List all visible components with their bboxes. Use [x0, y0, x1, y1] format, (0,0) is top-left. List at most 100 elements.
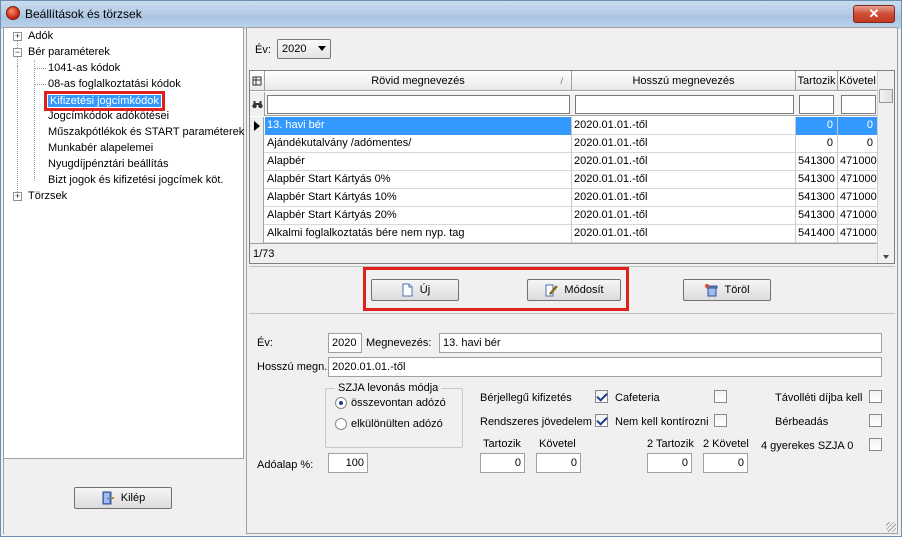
scrollbar-thumb[interactable] [879, 89, 893, 103]
tree-item-jogcimkodok-adokotesei[interactable]: Jogcímkódok adókötései [48, 108, 169, 124]
table-row[interactable]: Ajándékutalvány /adómentes/2020.01.01.-t… [250, 135, 878, 153]
tree-item-label: Kifizetési jogcímkódok [44, 91, 165, 111]
tavolleti-label: Távolléti díjba kell [775, 392, 863, 404]
grid-cell[interactable]: 2020.01.01.-től [572, 135, 796, 153]
close-button[interactable]: ✕ [853, 5, 895, 23]
grid-cell[interactable]: 471000 [838, 225, 878, 243]
grid-cell[interactable]: 0 [796, 117, 838, 135]
modify-button[interactable]: Módosít [527, 279, 621, 301]
grid-cell[interactable]: Alapbér Start Kártyás 20% [265, 207, 572, 225]
grid-cell[interactable]: 0 [838, 117, 878, 135]
exit-button[interactable]: Kilép [74, 487, 172, 509]
table-row[interactable]: Alapbér 2020.01.01.-től 541300 471000 [250, 153, 878, 171]
grid-cell[interactable]: 541400 [796, 225, 838, 243]
tavolleti-checkbox[interactable] [869, 390, 882, 403]
gyerekes-checkbox[interactable] [869, 438, 882, 451]
tree-item-1041-kodok[interactable]: 1041-as kódok [48, 60, 120, 76]
grid-cell[interactable]: 471000 [838, 189, 878, 207]
title-bar[interactable]: Beállítások és törzsek ✕ [1, 1, 901, 29]
grid-cell[interactable]: 2020.01.01.-től [572, 225, 796, 243]
year-filter-select[interactable]: 2020 [277, 39, 331, 59]
table-row[interactable]: Alapbér Start Kártyás 20% 2020.01.01.-től… [250, 207, 878, 225]
filter-input-rovid[interactable] [267, 95, 570, 114]
new-button[interactable]: Új [371, 279, 459, 301]
resize-grip[interactable] [886, 522, 896, 532]
grid-cell[interactable]: 471000 [838, 153, 878, 171]
detail-form: Év: 2020 Megnevezés: 13. havi bér Hosszú… [249, 316, 895, 532]
grid-cell[interactable]: Alapbér Start Kártyás 0% [265, 171, 572, 189]
column-header-rovid[interactable]: Rövid megnevezés / [265, 71, 572, 91]
grid-cell[interactable]: 541300 [796, 189, 838, 207]
kovetel-field[interactable]: 0 [536, 453, 581, 473]
grid-cell[interactable]: 471000 [838, 171, 878, 189]
grid-cell[interactable]: 2020.01.01.-től [572, 117, 796, 135]
tree-item-munkaber-alapelemei[interactable]: Munkabér alapelemei [48, 140, 153, 156]
berbeadas-label: Bérbeadás [775, 416, 829, 428]
sort-icon: / [560, 76, 563, 86]
grid-cell[interactable]: 2020.01.01.-től [572, 153, 796, 171]
row-indicator [250, 117, 264, 135]
szja-group-label: SZJA levonás módja [335, 381, 442, 395]
grid-cell[interactable]: 471000 [838, 207, 878, 225]
left-panel: + Adók − Bér paraméterek 1041-as kódok 0… [3, 27, 244, 534]
radio-elkulonulten[interactable] [335, 418, 347, 430]
grid-cell[interactable]: Alkalmi foglalkoztatás bére nem nyp. tag [265, 225, 572, 243]
grid-cell[interactable]: Alapbér Start Kártyás 10% [265, 189, 572, 207]
grid-settings-icon [252, 76, 262, 86]
grid-cell[interactable]: Ajándékutalvány /adómentes/ [265, 135, 572, 153]
grid-cell[interactable]: 0 [796, 135, 838, 153]
filter-input-tartozik[interactable] [799, 95, 834, 114]
form-name-field[interactable]: 13. havi bér [439, 333, 882, 353]
adoalap-field[interactable]: 100 [328, 453, 368, 473]
tree-guide-line [34, 60, 35, 181]
berjellegu-checkbox[interactable] [595, 390, 608, 403]
expand-icon[interactable]: + [13, 32, 22, 41]
tree-item-kifizetesi-jogcimkodok[interactable]: Kifizetési jogcímkódok [44, 91, 165, 111]
delete-button-label: Töröl [724, 284, 750, 296]
exit-button-label: Kilép [120, 492, 146, 504]
grid-options-header[interactable] [250, 71, 265, 91]
tree-item-nyugdijpenztari[interactable]: Nyugdíjpénztári beállítás [48, 156, 168, 172]
grid-cell[interactable]: 541300 [796, 171, 838, 189]
grid-cell[interactable]: 541300 [796, 207, 838, 225]
grid-cell[interactable]: 2020.01.01.-től [572, 189, 796, 207]
grid-vertical-scrollbar[interactable] [877, 71, 894, 263]
cafeteria-checkbox[interactable] [714, 390, 727, 403]
tree-item-bizt-jogok[interactable]: Bizt jogok és kifizetési jogcímek köt. [48, 172, 223, 188]
radio-osszevontan-label: összevontan adózó [351, 397, 446, 409]
column-header-tartozik[interactable]: Tartozik [796, 71, 838, 91]
expand-icon[interactable]: + [13, 192, 22, 201]
filter-input-hosszu[interactable] [575, 95, 794, 114]
collapse-icon[interactable]: − [13, 48, 22, 57]
kovetel-label: Követel [539, 438, 576, 450]
filter-input-kovetel[interactable] [841, 95, 876, 114]
nemkell-checkbox[interactable] [714, 414, 727, 427]
column-header-hosszu[interactable]: Hosszú megnevezés [572, 71, 796, 91]
grid-cell[interactable]: 541300 [796, 153, 838, 171]
tree-item-muszakpotlekok[interactable]: Műszakpótlékok és START paraméterek [48, 124, 244, 140]
kovetel2-field[interactable]: 0 [703, 453, 748, 473]
current-row-icon [254, 121, 260, 131]
table-row[interactable]: Alapbér Start Kártyás 10% 2020.01.01.-től… [250, 189, 878, 207]
grid-cell[interactable]: Alapbér [265, 153, 572, 171]
grid-cell[interactable]: 13. havi bér [265, 117, 572, 135]
table-row[interactable]: Alkalmi foglalkoztatás bére nem nyp. tag… [250, 225, 878, 243]
form-long-name-field[interactable]: 2020.01.01.-től [328, 357, 882, 377]
tree-item-08-kodok[interactable]: 08-as foglalkoztatási kódok [48, 76, 181, 92]
grid-cell[interactable]: 2020.01.01.-től [572, 207, 796, 225]
tartozik-field[interactable]: 0 [480, 453, 525, 473]
gyerekes-label: 4 gyerekes SZJA 0 [761, 440, 854, 452]
column-header-kovetel[interactable]: Követel [838, 71, 878, 91]
radio-osszevontan[interactable] [335, 397, 347, 409]
delete-button[interactable]: Töröl [683, 279, 771, 301]
berbeadas-checkbox[interactable] [869, 414, 882, 427]
table-row[interactable]: 13. havi bér 2020.01.01.-től 0 0 [250, 117, 878, 135]
table-row[interactable]: Alapbér Start Kártyás 0% 2020.01.01.-től 5… [250, 171, 878, 189]
rendszeres-checkbox[interactable] [595, 414, 608, 427]
right-panel: Év: 2020 Rövid megnevezés / Hosszú megne… [246, 27, 898, 534]
tartozik2-field[interactable]: 0 [647, 453, 692, 473]
scroll-down-icon[interactable] [883, 255, 889, 259]
grid-cell[interactable]: 0 [838, 135, 878, 153]
grid-cell[interactable]: 2020.01.01.-től [572, 171, 796, 189]
form-year-field[interactable]: 2020 [328, 333, 362, 353]
